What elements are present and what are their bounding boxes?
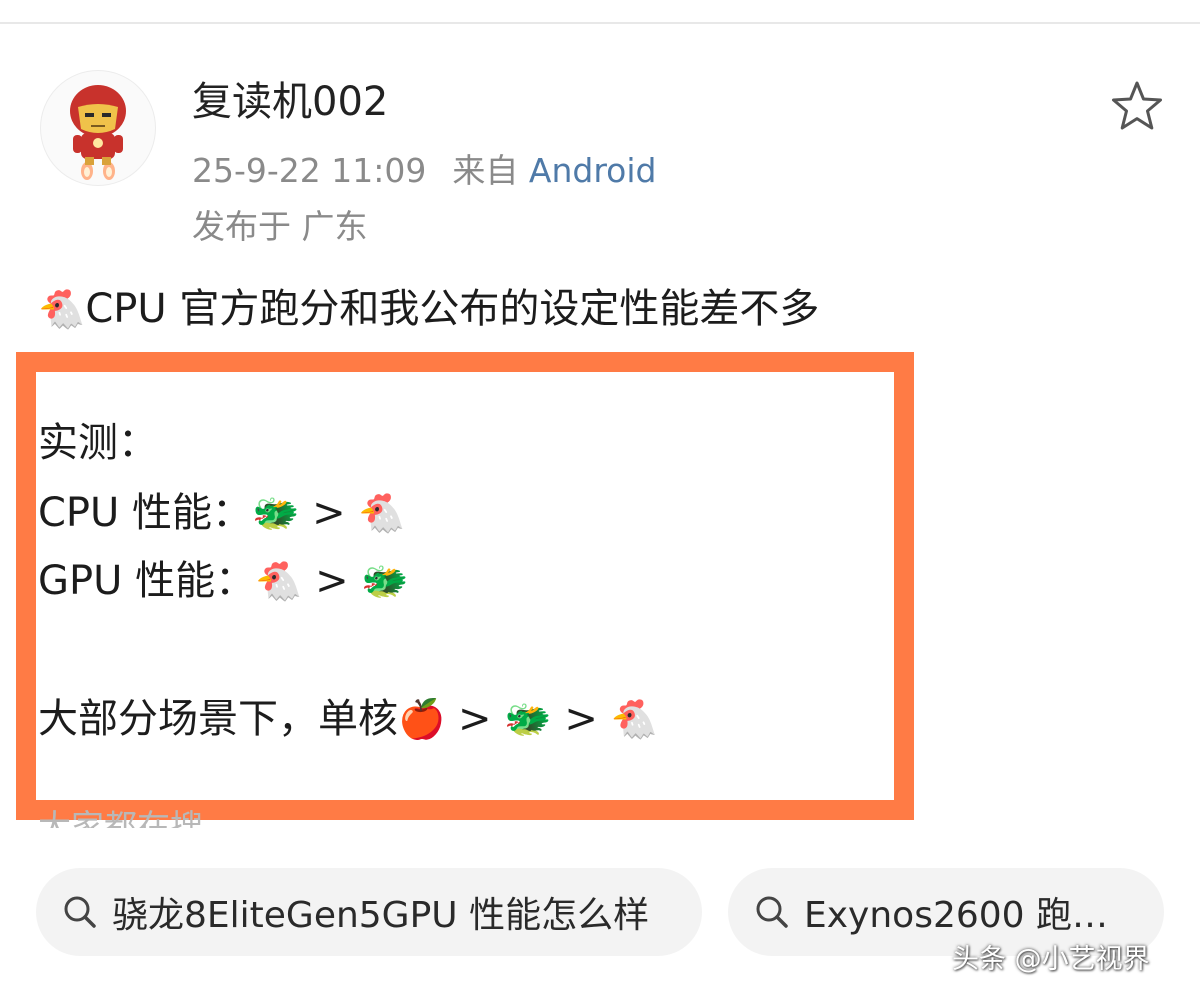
gt-symbol: > bbox=[458, 696, 492, 742]
body-line-measured: 实测： bbox=[38, 420, 158, 466]
favorite-button[interactable] bbox=[1108, 78, 1166, 136]
post-title-text: CPU 官方跑分和我公布的设定性能差不多 bbox=[85, 286, 820, 332]
dragon-emoji: 🐲 bbox=[252, 491, 300, 535]
chip-text: 骁龙8EliteGen5GPU 性能怎么样 bbox=[112, 895, 650, 936]
post-timestamp: 25-9-22 11:09 bbox=[192, 151, 427, 190]
avatar[interactable] bbox=[40, 70, 156, 186]
star-icon bbox=[1112, 81, 1162, 130]
source-link[interactable]: Android bbox=[529, 151, 657, 190]
username[interactable]: 复读机002 bbox=[192, 76, 388, 128]
chicken-emoji: 🐔 bbox=[255, 559, 303, 603]
cpu-label: CPU 性能： bbox=[38, 490, 253, 536]
related-search-chip[interactable]: 骁龙8EliteGen5GPU 性能怎么样 bbox=[36, 868, 702, 956]
gt-symbol: > bbox=[564, 696, 598, 742]
chicken-emoji: 🐔 bbox=[358, 491, 406, 535]
avatar-ironman-icon bbox=[70, 85, 126, 180]
body-line-summary: 大部分场景下，单核🍎 > 🐲 > 🐔 bbox=[38, 690, 658, 748]
dragon-emoji: 🐲 bbox=[361, 559, 409, 603]
source-label: 来自 bbox=[452, 151, 519, 190]
chicken-emoji: 🐔 bbox=[610, 697, 658, 741]
chicken-emoji: 🐔 bbox=[38, 287, 86, 331]
gt-symbol: > bbox=[312, 490, 346, 536]
body-line-gpu: GPU 性能：🐔 > 🐲 bbox=[38, 552, 409, 610]
post-location: 发布于 广东 bbox=[192, 207, 368, 246]
related-search-label: 大家都在搜 bbox=[38, 807, 203, 828]
summary-label: 大部分场景下，单核 bbox=[38, 696, 398, 742]
search-icon bbox=[756, 896, 788, 928]
search-icon bbox=[64, 896, 96, 928]
chip-text: Exynos2600 跑… bbox=[804, 895, 1109, 936]
post-meta: 25-9-22 11:09 来自 Android bbox=[192, 148, 656, 194]
top-divider bbox=[0, 22, 1200, 24]
dragon-emoji: 🐲 bbox=[504, 697, 552, 741]
body-line-cpu: CPU 性能：🐲 > 🐔 bbox=[38, 484, 406, 542]
gpu-label: GPU 性能： bbox=[38, 558, 256, 604]
post-title: 🐔CPU 官方跑分和我公布的设定性能差不多 bbox=[38, 280, 819, 338]
watermark: 头条 @小艺视界 bbox=[952, 944, 1150, 975]
apple-emoji: 🍎 bbox=[398, 697, 446, 741]
gt-symbol: > bbox=[315, 558, 349, 604]
